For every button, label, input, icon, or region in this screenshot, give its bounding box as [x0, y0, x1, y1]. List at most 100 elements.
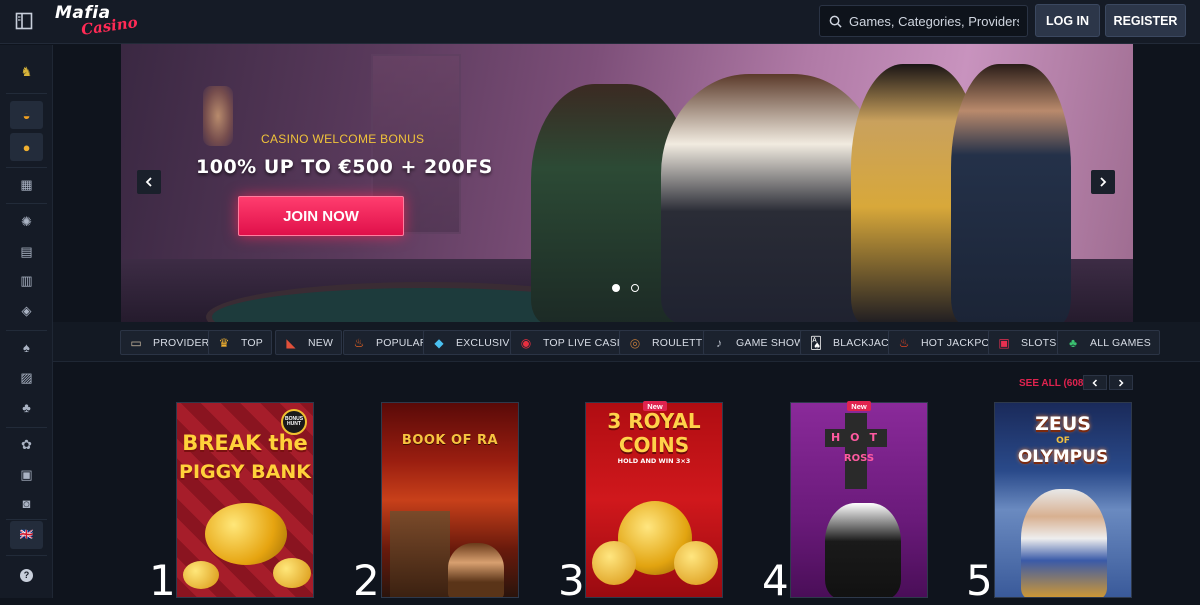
slot-machine-icon: ▣ [998, 335, 1010, 350]
category-label: NEW [308, 336, 334, 349]
character-boss [661, 74, 881, 322]
category-bar: ▭ PROVIDERS ♛ TOP ◣ NEW ♨ POPULAR ◆ EXCLUSIVE… [53, 322, 1200, 362]
golden-pig-small-image [273, 558, 311, 588]
sidebar-poker-chip-icon[interactable]: ✿ [10, 430, 43, 458]
game-title-line2: COINS [618, 433, 690, 457]
sidebar-clover-icon[interactable]: ♣ [10, 393, 43, 421]
top-bar: Mafia Casino LOG IN REGISTER [0, 0, 1200, 44]
game-tile-hot-ross[interactable]: HOT ROSS [790, 402, 928, 598]
game-rank: 5 [966, 556, 993, 605]
sidebar-divider [6, 555, 47, 556]
sidebar-support-icon[interactable]: ◙ [10, 489, 43, 517]
sidebar-shop-icon[interactable]: ▥ [10, 266, 43, 294]
game-title-line1: 3 ROYAL [607, 409, 701, 433]
carousel-dots [612, 284, 639, 292]
game-subtitle: HOLD AND WIN 3×3 [617, 457, 691, 465]
new-badge: New [847, 401, 871, 411]
category-label: BLACKJACK [833, 336, 897, 349]
roulette-icon: ◎ [629, 335, 641, 350]
background-lamp [203, 86, 233, 146]
fire-icon: ♨ [353, 335, 365, 350]
game-tile-book-of-ra[interactable]: BOOK OF RA [381, 402, 519, 598]
cards-icon: 🂡 [809, 335, 823, 350]
game-title-line1: ZEUS [1035, 413, 1091, 435]
game-title-joiner: OF [1056, 436, 1070, 446]
game-tile-3-royal-coins[interactable]: 3 ROYAL COINS HOLD AND WIN 3×3 [585, 402, 723, 598]
gold-coin-image [592, 541, 636, 585]
sidebar-vip-diamond-icon[interactable]: ◈ [10, 296, 43, 324]
see-all-link[interactable]: SEE ALL (608) [1019, 378, 1087, 389]
games-prev-button[interactable] [1083, 375, 1107, 390]
category-all-games[interactable]: ♣ ALL GAMES [1057, 330, 1160, 355]
category-label: TOP [241, 336, 263, 349]
sidebar-divider [6, 203, 47, 204]
carousel-prev-button[interactable] [137, 170, 161, 194]
game-tile-break-the-piggy-bank[interactable]: BONUS HUNT BREAK the PIGGY BANK [176, 402, 314, 598]
sidebar-divider [6, 519, 47, 520]
help-button[interactable]: ? [10, 561, 43, 589]
chevron-right-icon [1118, 378, 1124, 387]
sidebar-divider [6, 167, 47, 168]
site-logo[interactable]: Mafia Casino [55, 3, 139, 39]
gold-coin-image [674, 541, 718, 585]
sidebar-home-icon[interactable]: ♞ [10, 57, 43, 85]
sidebar-divider [6, 93, 47, 94]
category-new[interactable]: ◣ NEW [275, 330, 343, 355]
game-rank: 4 [762, 556, 789, 605]
category-slots[interactable]: ▣ SLOTS [988, 330, 1066, 355]
sidebar-toggle-icon[interactable] [12, 10, 36, 32]
category-top[interactable]: ♛ TOP [208, 330, 272, 355]
sidebar-live-casino-icon[interactable]: ● [10, 133, 43, 161]
category-label: SLOTS [1021, 336, 1057, 349]
cat-character-image [825, 503, 901, 597]
language-selector[interactable]: 🇬🇧 [10, 521, 43, 549]
carousel-dot-2[interactable] [631, 284, 639, 292]
sidebar-spade-icon[interactable]: ♠ [10, 333, 43, 361]
sidebar-tournaments-icon[interactable]: ▤ [10, 237, 43, 265]
games-next-button[interactable] [1109, 375, 1133, 390]
game-title-line2: ROSS [843, 453, 875, 464]
cross-image [845, 413, 867, 489]
sidebar-cards-icon[interactable]: ▨ [10, 363, 43, 391]
diamond-icon: ◆ [434, 335, 444, 350]
category-label: ALL GAMES [1090, 336, 1151, 349]
register-button[interactable]: REGISTER [1105, 4, 1186, 37]
game-rank: 2 [353, 556, 380, 605]
join-now-button[interactable]: JOIN NOW [238, 196, 404, 236]
hero-eyebrow: CASINO WELCOME BONUS [261, 132, 425, 146]
microphone-icon: ♪ [716, 335, 722, 350]
chevron-left-icon [1092, 378, 1098, 387]
game-title-line1: HOT [830, 431, 888, 444]
game-tile-zeus-of-olympus[interactable]: ZEUS OF OLYMPUS [994, 402, 1132, 598]
temple-image [390, 511, 450, 597]
carousel-next-button[interactable] [1091, 170, 1115, 194]
category-label: EXCLUSIVE [456, 336, 517, 349]
search-input[interactable] [849, 13, 1019, 29]
new-badge: New [643, 401, 667, 411]
sidebar-slots-icon[interactable]: ▣ [10, 460, 43, 488]
category-label: ROULETTE [652, 336, 710, 349]
golden-pig-small-image [183, 561, 219, 589]
search-icon [829, 15, 842, 28]
character-suited-man [951, 64, 1071, 322]
search-box[interactable] [819, 5, 1028, 37]
sidebar-casino-icon[interactable]: ◒ [10, 101, 43, 129]
sidebar-divider [6, 330, 47, 331]
all-games-icon: ♣ [1069, 335, 1077, 350]
sidebar-settings-icon[interactable]: ✺ [10, 207, 43, 235]
golden-pig-image [205, 503, 287, 565]
explorer-image [448, 543, 504, 597]
chip-icon: ◉ [520, 335, 532, 350]
hero-banner: CASINO WELCOME BONUS 100% UP TO €500 + 2… [121, 44, 1133, 322]
sidebar-nav: ♞ ◒ ● ▦ ✺ ▤ ▥ ◈ ♠ ▨ ♣ ✿ ▣ ◙ 🇬🇧 ? [0, 45, 53, 598]
hero-headline: 100% UP TO €500 + 200FS [196, 156, 493, 178]
game-title-line2: OLYMPUS [1017, 447, 1109, 467]
sidebar-divider [6, 427, 47, 428]
sidebar-gift-icon[interactable]: ▦ [10, 170, 43, 198]
login-button[interactable]: LOG IN [1035, 4, 1100, 37]
category-label: POPULAR [376, 336, 428, 349]
game-rank: 1 [149, 556, 176, 605]
chevron-right-icon [1100, 177, 1107, 187]
game-rank: 3 [558, 556, 585, 605]
carousel-dot-1[interactable] [612, 284, 620, 292]
